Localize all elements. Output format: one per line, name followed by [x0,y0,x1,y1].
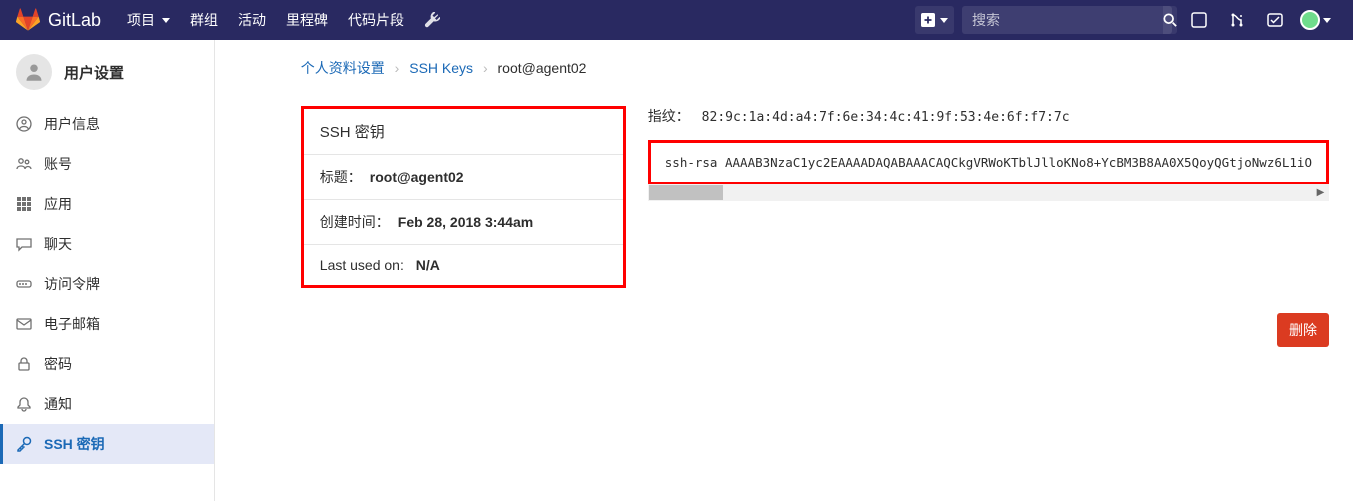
nav-snippets[interactable]: 代码片段 [338,0,414,40]
todo-icon [1267,12,1283,28]
search-box [962,6,1172,34]
merge-icon [1229,12,1245,28]
brand-text[interactable]: GitLab [48,10,101,31]
sidebar-item-account[interactable]: 账号 [0,144,214,184]
nav-issues[interactable] [1182,6,1216,34]
chevron-right-icon: › [483,60,488,76]
sidebar-item-password[interactable]: 密码 [0,344,214,384]
mail-icon [16,316,32,332]
chevron-down-icon [162,18,170,23]
content: 个人资料设置 › SSH Keys › root@agent02 SSH 密钥 … [215,40,1353,501]
delete-button[interactable]: 删除 [1277,313,1329,347]
key-icon [16,436,32,452]
breadcrumb-profile[interactable]: 个人资料设置 [301,60,385,76]
search-input[interactable] [962,12,1163,28]
nav-projects[interactable]: 项目 [117,0,180,40]
scrollbar-thumb[interactable] [649,185,723,200]
chevron-down-icon [1323,18,1331,23]
fingerprint-label: 指纹： [648,108,690,124]
horizontal-scrollbar[interactable]: ▶ [648,184,1329,201]
user-circle-icon [16,116,32,132]
chevron-down-icon [940,18,948,23]
breadcrumb: 个人资料设置 › SSH Keys › root@agent02 [301,58,1329,78]
new-dropdown[interactable] [915,6,954,34]
plus-square-icon [921,13,935,27]
sidebar-item-notifications[interactable]: 通知 [0,384,214,424]
breadcrumb-current: root@agent02 [498,60,587,76]
gitlab-logo[interactable] [16,8,40,32]
nav-groups[interactable]: 群组 [180,0,228,40]
search-icon [1163,13,1177,27]
apps-grid-icon [16,196,32,212]
user-avatar-placeholder [16,54,52,90]
sidebar-header: 用户设置 [0,40,214,104]
sidebar-item-profile[interactable]: 用户信息 [0,104,214,144]
chat-icon [16,236,32,252]
user-menu[interactable] [1296,6,1335,34]
gear-users-icon [16,156,32,172]
card-row-lastused: Last used on: N/A [304,245,623,285]
bell-icon [16,396,32,412]
user-icon [24,62,44,82]
scroll-right-arrow[interactable]: ▶ [1312,184,1329,201]
token-icon [16,276,32,292]
nav-admin-wrench[interactable] [414,0,450,40]
breadcrumb-sshkeys[interactable]: SSH Keys [409,60,473,76]
ssh-key-card: SSH 密钥 标题：root@agent02 创建时间：Feb 28, 2018… [301,106,626,288]
nav-activity[interactable]: 活动 [228,0,276,40]
chevron-right-icon: › [395,60,400,76]
sidebar-item-apps[interactable]: 应用 [0,184,214,224]
sidebar: 用户设置 用户信息 账号 应用 聊天 访问令牌 电子邮箱 密码 通知 SSH 密… [0,40,215,501]
issues-icon [1191,12,1207,28]
nav-todos[interactable] [1258,6,1292,34]
top-navbar: GitLab 项目 群组 活动 里程碑 代码片段 [0,0,1353,40]
ssh-key-text[interactable]: ssh-rsa AAAAB3NzaC1yc2EAAAADAQABAAACAQCk… [648,140,1329,185]
wrench-icon [424,12,440,28]
sidebar-item-ssh[interactable]: SSH 密钥 [0,424,214,464]
card-header: SSH 密钥 [304,109,623,155]
lock-icon [16,356,32,372]
card-row-created: 创建时间：Feb 28, 2018 3:44am [304,200,623,245]
fingerprint-value: 82:9c:1a:4d:a4:7f:6e:34:4c:41:9f:53:4e:6… [702,110,1070,125]
search-button[interactable] [1163,6,1177,34]
sidebar-item-chat[interactable]: 聊天 [0,224,214,264]
fingerprint-row: 指纹： 82:9c:1a:4d:a4:7f:6e:34:4c:41:9f:53:… [648,106,1329,126]
avatar [1300,10,1320,30]
nav-milestones[interactable]: 里程碑 [276,0,338,40]
card-row-title: 标题：root@agent02 [304,155,623,200]
nav-merge-requests[interactable] [1220,6,1254,34]
sidebar-item-emails[interactable]: 电子邮箱 [0,304,214,344]
sidebar-item-tokens[interactable]: 访问令牌 [0,264,214,304]
sidebar-title: 用户设置 [64,62,124,83]
